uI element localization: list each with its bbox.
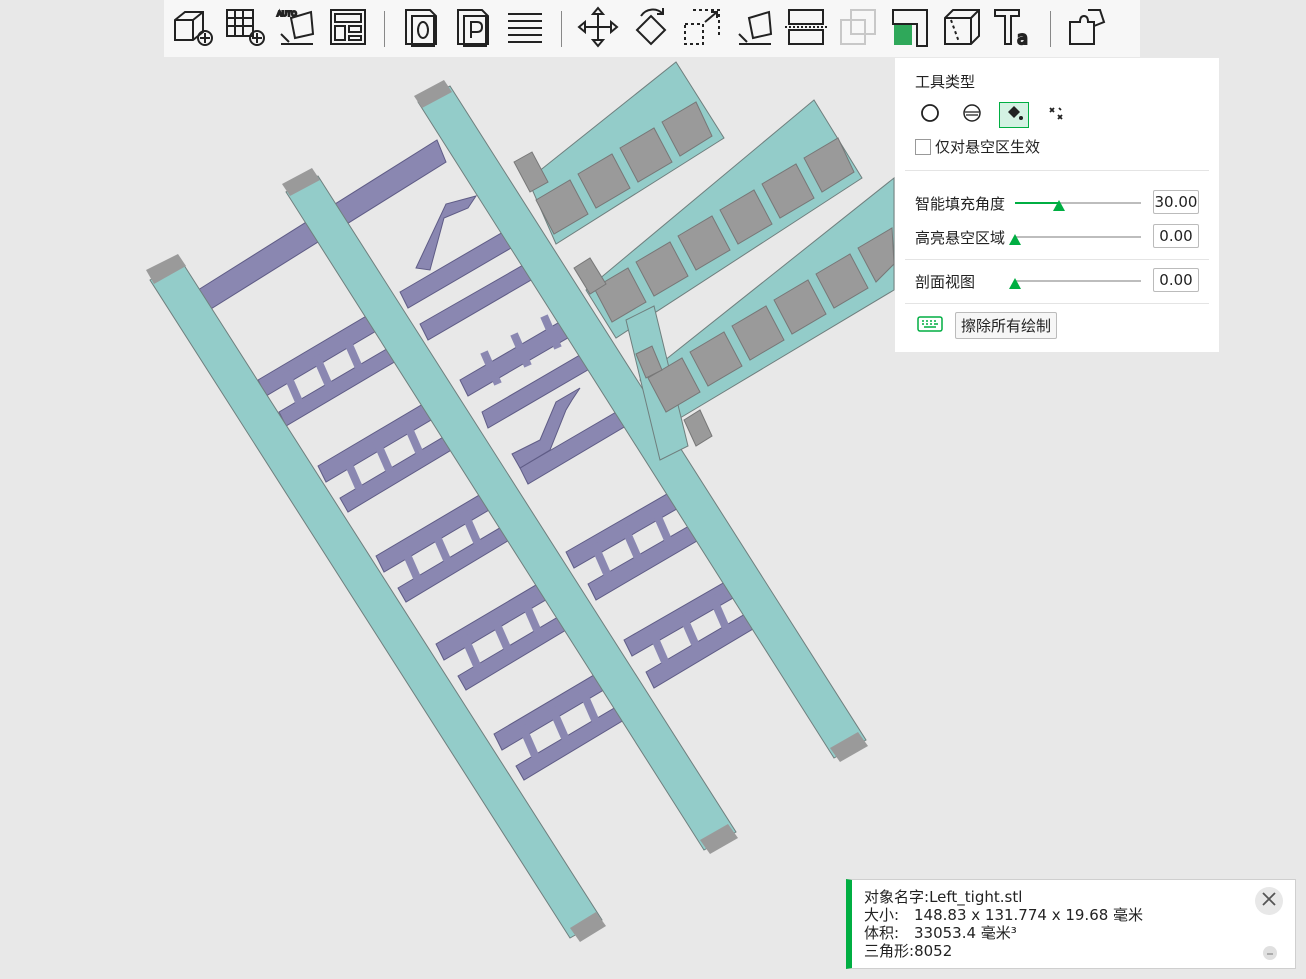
text-icon: a bbox=[991, 4, 1037, 54]
checkbox-box[interactable] bbox=[915, 138, 931, 155]
gap-fill-tool-button[interactable] bbox=[1041, 102, 1071, 128]
close-icon bbox=[1261, 891, 1277, 911]
divider bbox=[905, 303, 1209, 304]
slider-label: 高亮悬空区域 bbox=[915, 228, 1006, 247]
assembly-icon bbox=[1064, 4, 1110, 54]
slider-label: 智能填充角度 bbox=[915, 194, 1006, 213]
overhang-only-label: 仅对悬空区生效 bbox=[935, 138, 1041, 156]
erase-row: 擦除所有绘制 bbox=[917, 312, 1058, 339]
model-object[interactable] bbox=[146, 61, 895, 942]
info-volume-row: 体积: 33053.4 毫米³ bbox=[864, 924, 1295, 942]
toolbar-separator bbox=[561, 10, 562, 47]
info-label: 体积: bbox=[864, 924, 900, 942]
rotate-button[interactable] bbox=[624, 3, 676, 55]
section-view-input[interactable]: 0.00 bbox=[1153, 268, 1199, 292]
add-object-button[interactable] bbox=[166, 3, 218, 55]
circle-tool-button[interactable] bbox=[915, 102, 945, 128]
text-button[interactable]: a bbox=[988, 3, 1040, 55]
paint-tool-panel: 工具类型 仅对悬空区生效 智能填充角度 30.00 高亮悬空区域 0.00 剖面… bbox=[895, 58, 1219, 352]
section-view-slider[interactable] bbox=[1009, 278, 1141, 289]
slider-thumb[interactable] bbox=[1053, 200, 1066, 211]
arrange-icon bbox=[325, 4, 371, 54]
fill-tool-icon bbox=[1004, 103, 1024, 127]
cut-icon bbox=[783, 4, 829, 54]
info-label: 对象名字: bbox=[864, 888, 930, 906]
highlight-overhang-row: 高亮悬空区域 0.00 bbox=[915, 224, 1199, 250]
svg-text:AUTO: AUTO bbox=[277, 10, 297, 18]
scale-icon bbox=[679, 4, 725, 54]
support-paint-icon bbox=[887, 4, 933, 54]
info-value: 33053.4 毫米³ bbox=[914, 924, 1017, 942]
move-button[interactable] bbox=[572, 3, 624, 55]
layers-icon bbox=[502, 4, 548, 54]
smart-fill-angle-row: 智能填充角度 30.00 bbox=[915, 190, 1199, 216]
highlight-overhang-slider[interactable] bbox=[1009, 234, 1141, 245]
boolean-button[interactable] bbox=[832, 3, 884, 55]
info-triangles-row: 三角形: 8052 bbox=[864, 942, 1295, 960]
tool-type-title: 工具类型 bbox=[915, 73, 976, 91]
slider-thumb[interactable] bbox=[1009, 278, 1021, 289]
cut-button[interactable] bbox=[780, 3, 832, 55]
sphere-tool-icon bbox=[962, 103, 982, 127]
toolbar-separator bbox=[1050, 10, 1051, 47]
fill-tool-button[interactable] bbox=[999, 102, 1029, 128]
info-value: Left_tight.stl bbox=[929, 888, 1023, 906]
object-info-box: 对象名字: Left_tight.stl 大小: 148.83 x 131.774 … bbox=[846, 879, 1296, 969]
keyboard-icon[interactable] bbox=[917, 315, 943, 336]
tool-type-group bbox=[915, 102, 1071, 128]
assembly-button[interactable] bbox=[1061, 3, 1113, 55]
collapse-button[interactable] bbox=[1263, 946, 1277, 960]
plate-button[interactable] bbox=[447, 3, 499, 55]
auto-orient-button[interactable]: AUTO bbox=[270, 3, 322, 55]
minus-icon bbox=[1266, 944, 1274, 962]
gap-fill-tool-icon bbox=[1046, 103, 1066, 127]
erase-all-button[interactable]: 擦除所有绘制 bbox=[955, 312, 1058, 339]
plate-icon bbox=[450, 4, 496, 54]
toolbar-separator bbox=[384, 10, 385, 47]
section-view-row: 剖面视图 0.00 bbox=[915, 268, 1199, 294]
add-plate-button[interactable] bbox=[218, 3, 270, 55]
smart-fill-angle-slider[interactable] bbox=[1015, 200, 1141, 211]
object-list-icon bbox=[398, 4, 444, 54]
highlight-overhang-input[interactable]: 0.00 bbox=[1153, 224, 1199, 248]
slider-label: 剖面视图 bbox=[915, 272, 976, 291]
boolean-icon bbox=[835, 4, 881, 54]
svg-text:a: a bbox=[1017, 28, 1028, 49]
sphere-tool-button[interactable] bbox=[957, 102, 987, 128]
info-value: 8052 bbox=[914, 942, 953, 960]
add-plate-icon bbox=[221, 4, 267, 54]
info-name-row: 对象名字: Left_tight.stl bbox=[864, 888, 1295, 906]
scale-button[interactable] bbox=[676, 3, 728, 55]
divider bbox=[905, 259, 1209, 260]
seam-icon bbox=[939, 4, 985, 54]
info-value: 148.83 x 131.774 x 19.68 毫米 bbox=[914, 906, 1144, 924]
overhang-only-checkbox[interactable]: 仅对悬空区生效 bbox=[915, 136, 1040, 157]
rotate-icon bbox=[627, 4, 673, 54]
lay-on-face-icon bbox=[731, 4, 777, 54]
object-list-button[interactable] bbox=[395, 3, 447, 55]
divider bbox=[905, 170, 1209, 171]
move-icon bbox=[575, 4, 621, 54]
info-size-row: 大小: 148.83 x 131.774 x 19.68 毫米 bbox=[864, 906, 1295, 924]
circle-tool-icon bbox=[920, 103, 940, 127]
smart-fill-angle-input[interactable]: 30.00 bbox=[1153, 190, 1199, 214]
support-paint-button[interactable] bbox=[884, 3, 936, 55]
slider-thumb[interactable] bbox=[1009, 234, 1021, 245]
lay-on-face-button[interactable] bbox=[728, 3, 780, 55]
seam-button[interactable] bbox=[936, 3, 988, 55]
close-button[interactable] bbox=[1255, 887, 1283, 915]
add-object-icon bbox=[169, 4, 215, 54]
arrange-button[interactable] bbox=[322, 3, 374, 55]
layers-button[interactable] bbox=[499, 3, 551, 55]
auto-orient-icon: AUTO bbox=[273, 4, 319, 54]
info-label: 大小: bbox=[864, 906, 900, 924]
main-toolbar: AUTO a bbox=[164, 0, 1140, 57]
info-label: 三角形: bbox=[864, 942, 915, 960]
